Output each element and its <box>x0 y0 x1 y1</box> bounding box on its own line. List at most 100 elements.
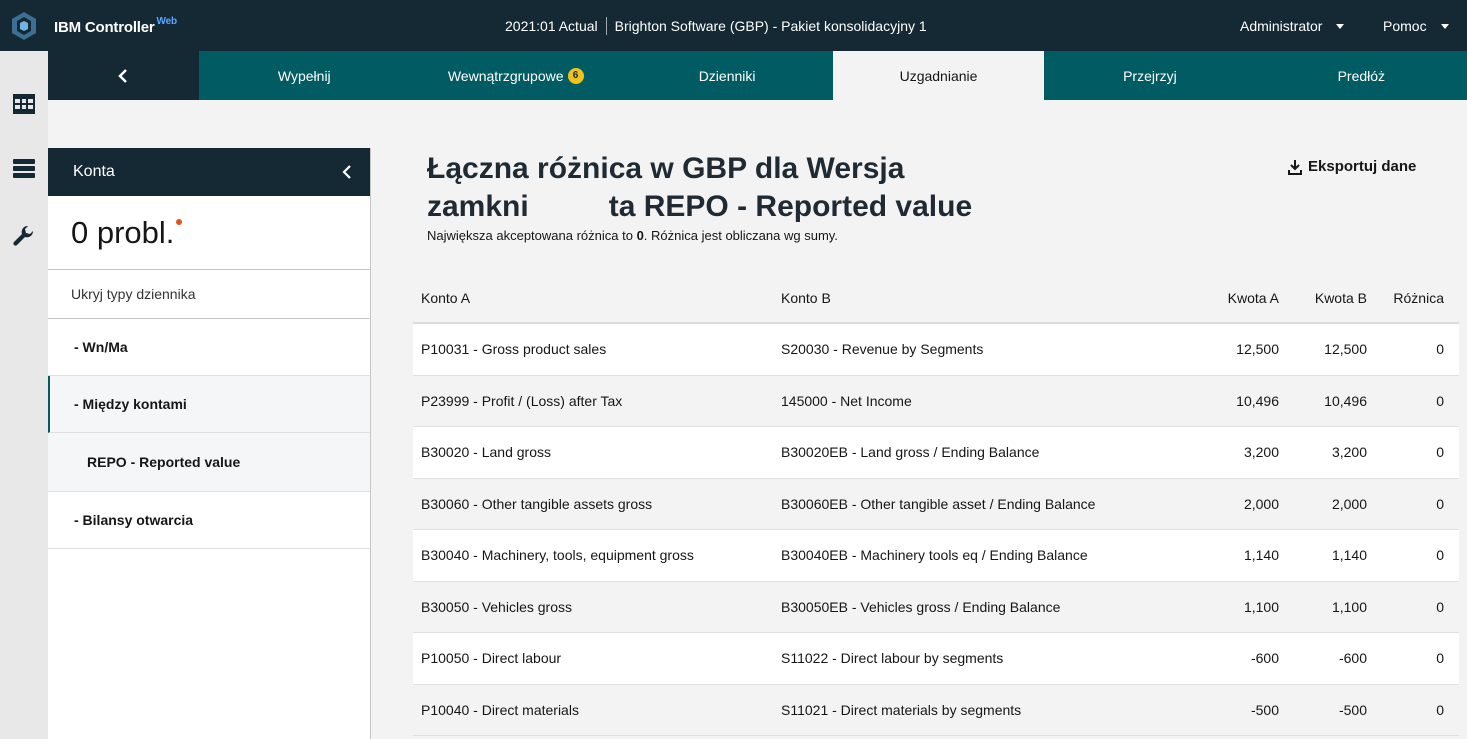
cell-konto-a: B30050 - Vehicles gross <box>421 598 572 615</box>
back-button[interactable] <box>48 51 199 100</box>
subtitle-prefix: Największa akceptowana różnica to <box>427 228 637 243</box>
table-row[interactable]: B30020 - Land gross B30020EB - Land gros… <box>413 427 1459 479</box>
tab-dzienniki[interactable]: Dzienniki <box>621 51 832 100</box>
wrench-icon[interactable] <box>12 225 36 249</box>
grid-icon[interactable] <box>12 92 36 116</box>
cell-kwota-a: 3,200 <box>1243 444 1279 461</box>
table-row[interactable]: P10050 - Direct labour S11022 - Direct l… <box>413 633 1459 685</box>
subtitle-suffix: . Różnica jest obliczana wg sumy. <box>643 228 838 243</box>
table-body: P10031 - Gross product sales S20030 - Re… <box>413 324 1459 736</box>
user-menu[interactable]: Administrator <box>1240 0 1345 51</box>
collapse-chevron-left-icon[interactable] <box>342 165 352 179</box>
left-icon-rail <box>0 51 48 739</box>
cell-kwota-b: 2,000 <box>1331 495 1367 512</box>
status-dot-icon <box>176 218 183 225</box>
server-icon[interactable] <box>12 157 36 181</box>
tab-label: Przejrzyj <box>1123 67 1177 84</box>
page-title: Łączna różnica w GBP dla Wersja zamkni ta… <box>427 150 1047 226</box>
cell-konto-a: B30060 - Other tangible assets gross <box>421 495 653 512</box>
process-tabs: Wypełnij Wewnątrzgrupowe 6 Dzienniki Uzga… <box>48 51 1467 100</box>
cell-konto-a: P23999 - Profit / (Loss) after Tax <box>421 392 623 409</box>
cell-kwota-b: 3,200 <box>1331 444 1367 461</box>
cell-konto-b: 145000 - Net Income <box>781 392 912 409</box>
cell-roznica: 0 <box>1436 598 1444 615</box>
sidebar-item-repo[interactable]: REPO - Reported value <box>48 433 370 492</box>
hide-types-label: Ukryj typy dziennika <box>71 286 196 302</box>
cell-konto-a: B30040 - Machinery, tools, equipment gro… <box>421 547 694 564</box>
app-title: IBM Controller Web <box>54 16 177 36</box>
table-row[interactable]: B30060 - Other tangible assets gross B30… <box>413 478 1459 530</box>
export-label: Eksportuj dane <box>1308 158 1417 175</box>
cell-kwota-a: 1,140 <box>1243 547 1279 564</box>
cell-roznica: 0 <box>1436 392 1444 409</box>
sidebar-item-label: - Bilansy otwarcia <box>74 512 194 528</box>
sidebar-item-label: - Wn/Ma <box>74 339 128 355</box>
cell-konto-a: P10050 - Direct labour <box>421 650 562 667</box>
cell-konto-b: S11022 - Direct labour by segments <box>781 650 1004 667</box>
tab-label: Predłóż <box>1337 67 1386 84</box>
tab-uzgadnianie[interactable]: Uzgadnianie <box>832 51 1045 100</box>
column-header-konto-a[interactable]: Konto A <box>413 290 781 306</box>
column-header-roznica[interactable]: Różnica <box>1367 290 1452 306</box>
cell-konto-a: P10031 - Gross product sales <box>421 341 607 358</box>
table-row[interactable]: P23999 - Profit / (Loss) after Tax 14500… <box>413 375 1459 427</box>
sidebar-item-wn-ma[interactable]: - Wn/Ma <box>48 319 370 376</box>
tab-label: Wewnątrzgrupowe <box>447 67 564 84</box>
top-header: IBM Controller Web 2021:01 Actual Brighto… <box>0 0 1467 51</box>
sidebar-item-label: - Między kontami <box>74 396 187 412</box>
app-suffix: Web <box>156 15 178 27</box>
tab-label: Dzienniki <box>698 67 756 84</box>
issues-count: 0 probl. <box>48 196 370 270</box>
cell-kwota-b: 10,496 <box>1324 392 1367 409</box>
app-logo-icon[interactable] <box>0 0 48 51</box>
cell-kwota-b: -500 <box>1338 701 1367 718</box>
cell-kwota-b: 12,500 <box>1324 341 1367 358</box>
table-row[interactable]: P10031 - Gross product sales S20030 - Re… <box>413 324 1459 376</box>
cell-konto-a: B30020 - Land gross <box>421 444 551 461</box>
cell-konto-b: B30020EB - Land gross / Ending Balance <box>781 444 1040 461</box>
context-divider <box>605 16 607 35</box>
chevron-down-icon <box>1440 24 1449 29</box>
table-row[interactable]: B30050 - Vehicles gross B30050EB - Vehic… <box>413 581 1459 633</box>
sidebar-item-miedzy-kontami[interactable]: - Między kontami <box>48 376 370 433</box>
cell-roznica: 0 <box>1436 650 1444 667</box>
app-name: IBM Controller <box>54 18 155 36</box>
cell-kwota-b: 1,100 <box>1331 598 1367 615</box>
panel-header: Konta <box>48 148 370 196</box>
sidebar-item-bilansy-otwarcia[interactable]: - Bilansy otwarcia <box>48 492 370 549</box>
user-menu-label: Administrator <box>1240 17 1323 34</box>
cell-konto-b: B30060EB - Other tangible asset / Ending… <box>781 495 1096 512</box>
subtitle-value: 0 <box>636 228 644 243</box>
column-header-kwota-a[interactable]: Kwota A <box>1201 290 1279 306</box>
company-label: Brighton Software (GBP) - Pakiet konsoli… <box>614 17 927 34</box>
cell-konto-b: B30040EB - Machinery tools eq / Ending B… <box>781 547 1088 564</box>
table-row[interactable]: B30040 - Machinery, tools, equipment gro… <box>413 530 1459 582</box>
cell-kwota-b: 1,140 <box>1331 547 1367 564</box>
help-menu[interactable]: Pomoc <box>1383 0 1449 51</box>
help-menu-label: Pomoc <box>1383 17 1427 34</box>
cell-konto-b: S20030 - Revenue by Segments <box>781 341 984 358</box>
cell-kwota-a: 1,100 <box>1243 598 1279 615</box>
chevron-down-icon <box>1336 24 1345 29</box>
table-row[interactable]: P10040 - Direct materials S11021 - Direc… <box>413 684 1459 736</box>
cell-kwota-a: -500 <box>1250 701 1279 718</box>
column-header-konto-b[interactable]: Konto B <box>781 290 1201 306</box>
tab-przejrzyj[interactable]: Przejrzyj <box>1044 51 1255 100</box>
title-line-2-start: zamkni <box>427 190 529 223</box>
cell-kwota-a: -600 <box>1250 650 1279 667</box>
cell-roznica: 0 <box>1436 701 1444 718</box>
title-line-1: Łączna różnica w GBP dla Wersja <box>427 152 905 185</box>
redaction-mark <box>528 192 609 222</box>
hide-journal-types-toggle[interactable]: Ukryj typy dziennika <box>48 270 370 319</box>
column-header-kwota-b[interactable]: Kwota B <box>1279 290 1367 306</box>
tab-predloz[interactable]: Predłóż <box>1256 51 1467 100</box>
tab-wypelnij[interactable]: Wypełnij <box>199 51 410 100</box>
tab-wewnatrzgrupowe[interactable]: Wewnątrzgrupowe 6 <box>410 51 621 100</box>
tab-label: Uzgadnianie <box>899 67 978 84</box>
context-info: 2021:01 Actual Brighton Software (GBP) -… <box>505 0 927 51</box>
issues-label: 0 probl. <box>71 214 175 250</box>
export-button[interactable]: Eksportuj dane <box>1288 158 1416 175</box>
cell-roznica: 0 <box>1436 495 1444 512</box>
title-line-2-end: ta REPO - Reported value <box>608 190 973 223</box>
period-label: 2021:01 Actual <box>505 17 598 34</box>
